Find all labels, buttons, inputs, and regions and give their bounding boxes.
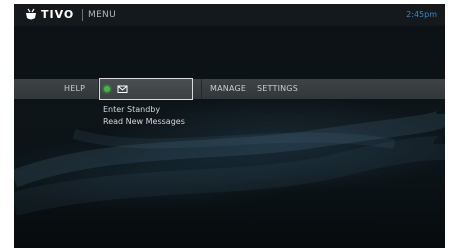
top-bar: TIVO MENU 2:45pm	[14, 4, 445, 26]
screen-title: MENU	[88, 10, 116, 20]
menu-item-help[interactable]: HELP	[64, 79, 85, 99]
tivo-logo-icon	[26, 8, 36, 20]
menu-divider	[201, 79, 202, 99]
submenu-item-read-new-messages[interactable]: Read New Messages	[103, 116, 185, 128]
background-swirl	[14, 109, 445, 216]
envelope-icon	[117, 85, 128, 93]
submenu-item-enter-standby[interactable]: Enter Standby	[103, 104, 185, 116]
menu-item-messages[interactable]	[99, 78, 193, 100]
main-menu-bar: HELP MANAGE SETTINGS	[14, 78, 445, 100]
menu-item-manage[interactable]: MANAGE	[210, 79, 246, 99]
title-divider	[82, 9, 83, 21]
green-status-dot-icon	[104, 86, 110, 92]
clock: 2:45pm	[406, 10, 437, 19]
brand-name: TIVO	[41, 8, 75, 21]
submenu: Enter Standby Read New Messages	[103, 104, 185, 128]
tv-screen: TIVO MENU 2:45pm HELP MANAGE SETTINGS En…	[14, 4, 445, 248]
menu-item-settings[interactable]: SETTINGS	[257, 79, 298, 99]
